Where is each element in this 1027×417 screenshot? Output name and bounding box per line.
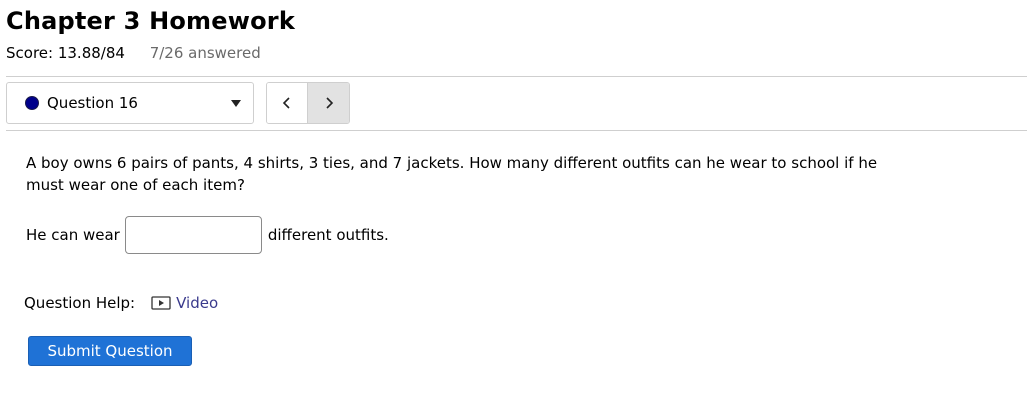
homework-page: Chapter 3 Homework Score: 13.88/84 7/26 … [0,0,1027,417]
chevron-right-icon [325,97,333,109]
previous-question-button[interactable] [267,83,309,123]
question-help-label: Question Help: [24,294,136,312]
answered-count: 7/26 answered [149,44,261,62]
answer-row: He can wear different outfits. [26,216,389,254]
video-link-label: Video [176,294,219,312]
caret-down-icon [231,99,241,107]
nav-divider [6,130,1027,131]
video-help-link[interactable]: Video [151,294,218,312]
question-status-dot [25,96,39,110]
answer-input[interactable] [124,216,262,254]
question-nav [266,82,350,124]
chevron-left-icon [282,97,290,109]
question-help: Question Help: Video [24,292,218,314]
score-summary: Score: 13.88/84 7/26 answered [6,43,261,63]
question-dropdown[interactable]: Question 16 [6,82,254,124]
answer-suffix: different outfits. [267,226,389,244]
video-play-icon [151,296,171,310]
answer-prefix: He can wear [26,226,120,244]
question-dropdown-label: Question 16 [47,94,138,112]
score-text: Score: 13.88/84 [6,44,125,62]
submit-question-button[interactable]: Submit Question [28,336,192,366]
question-text: A boy owns 6 pairs of pants, 4 shirts, 3… [26,154,878,194]
next-question-button[interactable] [308,83,349,123]
header-divider [6,76,1027,77]
page-title: Chapter 3 Homework [6,7,295,35]
